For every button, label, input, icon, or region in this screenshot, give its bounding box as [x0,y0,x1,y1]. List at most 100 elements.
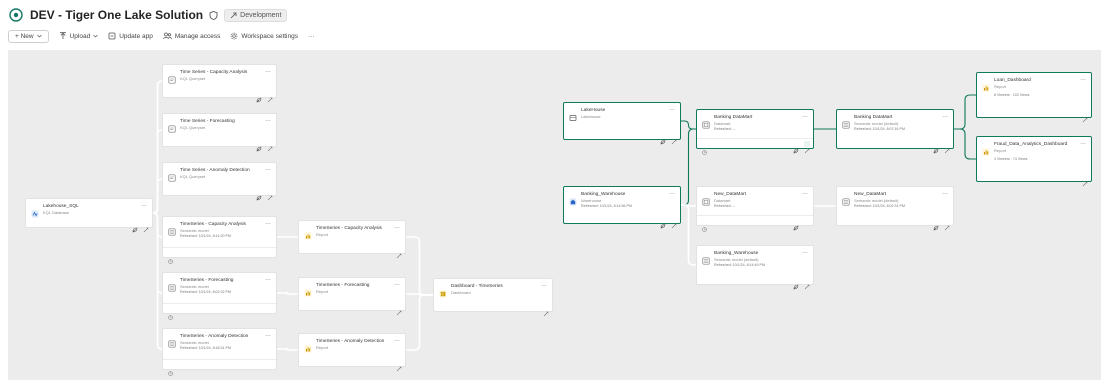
lineage-card[interactable]: Lakehouse_SQL KQL Database… [25,198,153,233]
impact-analysis-icon[interactable] [793,141,799,154]
lineage-card[interactable]: Loan_Dashboard Report 8 Viewers · 103 View… [976,72,1092,123]
refresh-schedule-icon[interactable] [702,142,707,155]
lineage-action-icon[interactable] [396,359,402,372]
more-options-button[interactable]: … [265,220,271,226]
more-options-button[interactable]: … [265,68,271,74]
update-app-button[interactable]: Update app [108,32,153,40]
impact-analysis-icon[interactable] [933,141,939,154]
lineage-card[interactable]: TimeSeries - Forecasting Report… [298,277,406,316]
lineage-card[interactable]: Time Series - Anomaly Detection KQL Query… [162,162,277,201]
shield-icon[interactable] [209,10,218,20]
lineage-action-icon[interactable] [267,139,273,152]
leaf-icon [660,139,666,145]
more-options-button[interactable]: … [802,249,808,255]
dashboard-icon [439,285,447,298]
impact-analysis-icon[interactable] [793,218,799,231]
refresh-schedule-icon[interactable] [168,363,173,376]
lineage-card[interactable]: Banking_Warehouse Warehouse Refreshed: 10/… [563,186,681,229]
workspace-settings-button[interactable]: Workspace settings [230,32,298,40]
lineage-action-icon[interactable] [804,277,810,290]
impact-analysis-icon[interactable] [793,277,799,290]
more-options-button[interactable]: … [394,224,400,230]
lineage-action-icon[interactable] [944,218,950,231]
lineage-card[interactable]: TimeSeries - Capacity Analysis Semantic m… [162,216,277,264]
stage-badge[interactable]: Development [224,8,288,22]
lineage-action-icon[interactable] [1082,174,1088,187]
more-options-button[interactable]: … [265,166,271,172]
more-options-button[interactable]: … [541,282,547,288]
lineage-card[interactable]: Time Series - Capacity Analysis KQL Query… [162,64,277,103]
more-options-button[interactable]: … [394,337,400,343]
lineage-canvas[interactable]: Lakehouse_SQL KQL Database… Time Series - … [8,50,1101,380]
queryset-icon [168,76,176,84]
warehouse-icon [569,193,577,206]
card-divider [697,215,813,216]
impact-analysis-icon[interactable] [256,90,262,103]
card-type: Report [994,148,1007,153]
more-options-button[interactable]: … [669,190,675,196]
semantic-model-icon [842,198,850,206]
lineage-card[interactable]: Banking_Warehouse Semantic model (default… [696,245,814,290]
impact-analysis-icon[interactable] [933,218,939,231]
more-options-button[interactable]: … [802,190,808,196]
lineage-action-icon[interactable] [267,188,273,201]
lineage-card[interactable]: TimeSeries - Anomaly Detection Semantic m… [162,328,277,376]
lineage-action-icon[interactable] [396,303,402,316]
refresh-schedule-icon[interactable] [702,219,707,232]
card-title: Loan_Dashboard [994,78,1031,83]
more-options-button[interactable]: … [942,190,948,196]
more-options-button[interactable]: … [942,113,948,119]
more-options-button[interactable]: … [265,117,271,123]
lineage-card[interactable]: TimeSeries - Anomaly Detection Report… [298,333,406,372]
datamart-icon [702,198,710,206]
impact-analysis-icon[interactable] [256,188,262,201]
card-title: Banking DataMart [854,115,893,120]
lineage-action-icon[interactable] [671,132,677,145]
card-title: TimeSeries - Forecasting [316,283,370,288]
lineage-action-icon[interactable] [944,141,950,154]
impact-analysis-icon[interactable] [256,139,262,152]
manage-access-button[interactable]: Manage access [162,32,221,40]
card-title: New_DataMart [854,192,886,197]
lineage-action-icon[interactable] [396,246,402,259]
lineage-action-icon[interactable] [267,90,273,103]
lineage-card[interactable]: TimeSeries - Capacity Analysis Report… [298,220,406,259]
new-button[interactable]: + New [8,29,49,43]
lineage-action-icon[interactable] [804,141,810,154]
impact-analysis-icon[interactable] [660,216,666,229]
refresh-schedule-icon[interactable] [168,251,173,264]
more-options-button[interactable]: ··· [308,33,315,40]
lineage-card[interactable]: New_DataMart Datamart Refreshed: --… [696,186,814,232]
lineage-card[interactable]: Dashboard - TimeSeries Dashboard… [433,278,553,317]
refresh-schedule-icon[interactable] [168,307,173,320]
lineage-action-icon[interactable] [143,220,149,233]
lineage-card[interactable]: TimeSeries - Forecasting Semantic model Re… [162,272,277,320]
upload-button[interactable]: Upload [59,32,99,40]
more-options-button[interactable]: … [394,281,400,287]
more-options-button[interactable]: … [141,202,147,208]
semantic-model-icon [842,116,850,129]
lineage-card[interactable]: LakeHouse Lakehouse… [563,102,681,145]
lineage-card[interactable]: Banking DataMart Datamart Refreshed: --… [696,109,814,155]
wand-icon [396,253,402,259]
more-options-button[interactable]: … [1080,140,1086,146]
lineage-connector [681,120,696,130]
wand-icon [804,148,810,154]
more-options-button[interactable]: … [265,332,271,338]
lineage-card[interactable]: Banking DataMart Semantic model (default)… [836,109,954,154]
impact-analysis-icon[interactable] [660,132,666,145]
manage-access-label: Manage access [174,32,221,40]
lineage-action-icon[interactable] [1082,110,1088,123]
lineage-action-icon[interactable] [543,304,549,317]
more-options-button[interactable]: … [1080,76,1086,82]
more-options-button[interactable]: … [265,276,271,282]
lineage-card[interactable]: New_DataMart Semantic model (default) Refr… [836,186,954,231]
lineage-card[interactable]: Fraud_Data_Analytics_Dashboard Report 3 Vi… [976,136,1092,187]
more-options-button[interactable]: … [802,113,808,119]
lineage-action-icon[interactable] [671,216,677,229]
leaf-icon [933,225,939,231]
lineage-card[interactable]: Time Series - Forecasting KQL Queryset… [162,113,277,152]
report-icon [304,289,312,297]
impact-analysis-icon[interactable] [132,220,138,233]
more-options-button[interactable]: … [669,106,675,112]
